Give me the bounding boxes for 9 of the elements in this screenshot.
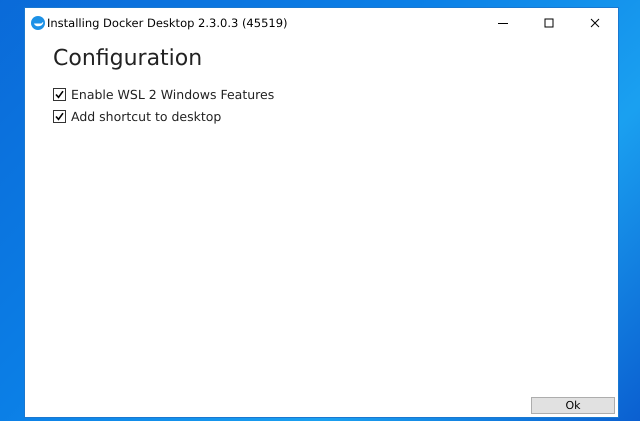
maximize-icon bbox=[544, 18, 554, 28]
window-title: Installing Docker Desktop 2.3.0.3 (45519) bbox=[47, 16, 289, 30]
checkbox[interactable] bbox=[53, 110, 66, 122]
checkbox-label: Add shortcut to desktop bbox=[71, 108, 222, 124]
page-heading: Configuration bbox=[53, 46, 202, 71]
checkbox[interactable] bbox=[53, 88, 66, 100]
ok-button[interactable]: Ok bbox=[531, 397, 615, 414]
close-icon bbox=[590, 18, 600, 28]
checkbox-label: Enable WSL 2 Windows Features bbox=[71, 86, 274, 102]
